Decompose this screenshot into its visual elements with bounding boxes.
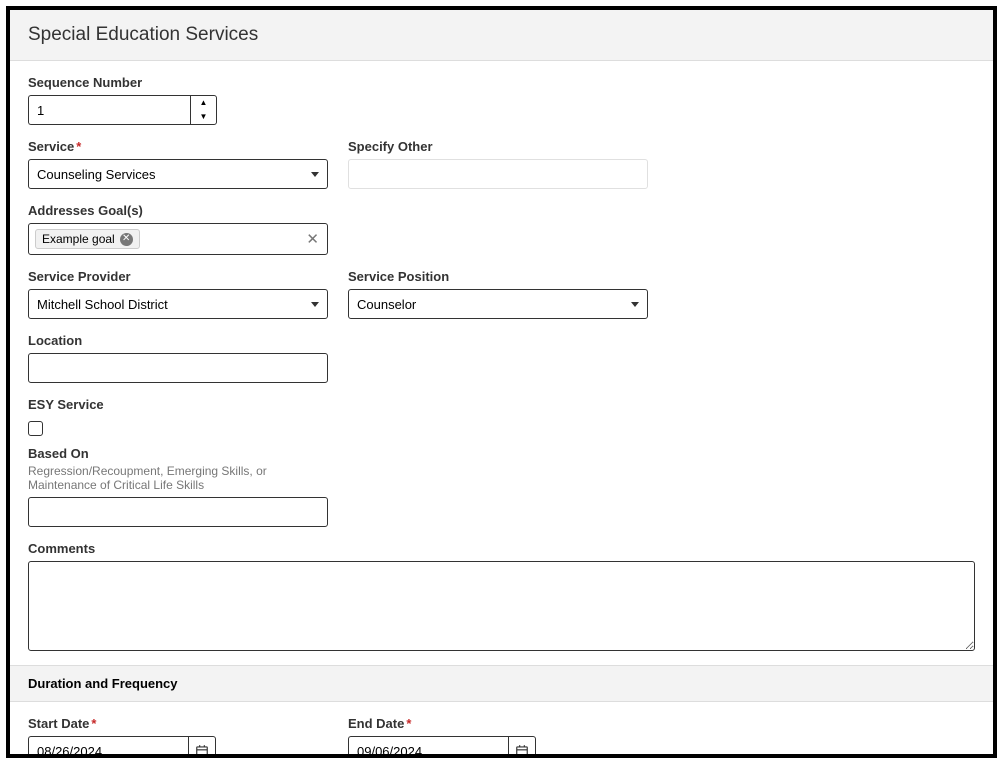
service-position-label: Service Position <box>348 269 648 284</box>
field-start-date: Start Date* <box>28 716 328 758</box>
end-date-input[interactable] <box>348 736 508 758</box>
service-provider-label: Service Provider <box>28 269 328 284</box>
service-value: Counseling Services <box>37 167 156 182</box>
required-mark: * <box>91 716 96 731</box>
based-on-help: Regression/Recoupment, Emerging Skills, … <box>28 464 328 492</box>
specify-other-input[interactable] <box>348 159 648 189</box>
calendar-icon <box>195 744 209 758</box>
field-end-date: End Date* <box>348 716 648 758</box>
field-comments: Comments <box>28 541 975 651</box>
esy-checkbox[interactable] <box>28 421 43 436</box>
panel-header: Special Education Services <box>10 10 993 61</box>
field-service-provider: Service Provider Mitchell School Distric… <box>28 269 328 319</box>
field-service: Service* Counseling Services <box>28 139 328 189</box>
start-date-picker-button[interactable] <box>188 736 216 758</box>
increment-button[interactable]: ▲ <box>191 96 216 110</box>
end-date-label: End Date* <box>348 716 648 731</box>
form-panel: Special Education Services Sequence Numb… <box>6 6 997 758</box>
start-date-label: Start Date* <box>28 716 328 731</box>
end-date-picker-button[interactable] <box>508 736 536 758</box>
start-date-wrap <box>28 736 328 758</box>
service-select[interactable]: Counseling Services <box>28 159 328 189</box>
field-esy: ESY Service <box>28 397 104 436</box>
field-addresses-goals: Addresses Goal(s) Example goal ✕ ✕ <box>28 203 328 255</box>
clear-all-icon[interactable]: ✕ <box>304 230 321 248</box>
field-specify-other: Specify Other <box>348 139 648 189</box>
caret-down-icon: ▼ <box>200 113 208 121</box>
field-sequence-number: Sequence Number ▲ ▼ <box>28 75 217 125</box>
sequence-number-stepper[interactable]: ▲ ▼ <box>28 95 217 125</box>
goal-chip-label: Example goal <box>42 232 115 246</box>
location-label: Location <box>28 333 328 348</box>
sequence-number-label: Sequence Number <box>28 75 217 90</box>
field-based-on: Based On Regression/Recoupment, Emerging… <box>28 446 328 527</box>
based-on-label: Based On <box>28 446 328 461</box>
sequence-number-input[interactable] <box>28 95 190 125</box>
based-on-input[interactable] <box>28 497 328 527</box>
specify-other-label: Specify Other <box>348 139 648 154</box>
service-label: Service* <box>28 139 328 154</box>
goal-chip: Example goal ✕ <box>35 229 140 249</box>
service-provider-select[interactable]: Mitchell School District <box>28 289 328 319</box>
comments-textarea[interactable] <box>28 561 975 651</box>
chevron-down-icon <box>311 302 319 307</box>
decrement-button[interactable]: ▼ <box>191 110 216 124</box>
field-location: Location <box>28 333 328 383</box>
required-mark: * <box>76 139 81 154</box>
tag-group: Example goal ✕ <box>35 229 140 249</box>
service-provider-value: Mitchell School District <box>37 297 168 312</box>
chevron-down-icon <box>631 302 639 307</box>
page-title: Special Education Services <box>28 24 975 46</box>
addresses-goals-input[interactable]: Example goal ✕ ✕ <box>28 223 328 255</box>
service-position-select[interactable]: Counselor <box>348 289 648 319</box>
end-date-wrap <box>348 736 648 758</box>
field-service-position: Service Position Counselor <box>348 269 648 319</box>
start-date-input[interactable] <box>28 736 188 758</box>
comments-label: Comments <box>28 541 975 556</box>
remove-chip-icon[interactable]: ✕ <box>120 233 133 246</box>
service-position-value: Counselor <box>357 297 416 312</box>
location-input[interactable] <box>28 353 328 383</box>
chevron-down-icon <box>311 172 319 177</box>
form-body: Sequence Number ▲ ▼ Service* Counseling … <box>10 61 993 758</box>
addresses-goals-label: Addresses Goal(s) <box>28 203 328 218</box>
calendar-icon <box>515 744 529 758</box>
esy-label: ESY Service <box>28 397 104 412</box>
required-mark: * <box>406 716 411 731</box>
section-duration-frequency: Duration and Frequency <box>10 665 993 702</box>
caret-up-icon: ▲ <box>200 99 208 107</box>
spinner-controls: ▲ ▼ <box>190 95 217 125</box>
